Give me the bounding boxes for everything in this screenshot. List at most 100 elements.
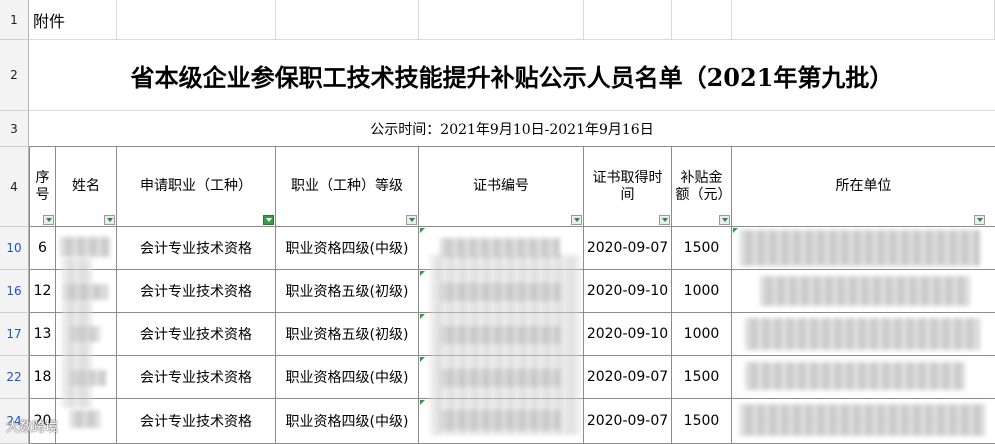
row-number: 4 <box>10 179 18 194</box>
cell-value: 职业资格四级(中级) <box>285 414 409 430</box>
table-row-cell-date[interactable]: 2020-09-07 <box>584 356 672 399</box>
redacted-employer <box>760 276 970 306</box>
table-row-cell-occupation[interactable]: 会计专业技术资格 <box>117 356 276 399</box>
cell-value: 2020-09-10 <box>586 283 669 299</box>
filter-dropdown-button[interactable] <box>43 215 54 225</box>
cell-value: 1000 <box>683 326 720 342</box>
filter-dropdown-button[interactable] <box>974 215 985 225</box>
cell-value: 2020-09-07 <box>586 240 669 256</box>
table-row-cell-amount[interactable]: 1500 <box>672 399 732 444</box>
row-number: 10 <box>6 241 22 255</box>
table-row-cell-amount[interactable]: 1500 <box>672 227 732 270</box>
empty-cell[interactable] <box>672 0 732 40</box>
empty-cell[interactable] <box>584 0 672 40</box>
header-employer[interactable]: 所在单位 <box>732 147 995 227</box>
cell-value: 6 <box>38 240 47 256</box>
row-number: 3 <box>10 121 18 136</box>
empty-cell[interactable] <box>276 0 419 40</box>
watermark-label: 大数跨境 <box>6 420 59 435</box>
table-row-cell-date[interactable]: 2020-09-07 <box>584 227 672 270</box>
cell-value: 会计专业技术资格 <box>140 241 252 257</box>
row-header-17[interactable]: 17 <box>0 313 29 356</box>
table-row-cell-date[interactable]: 2020-09-10 <box>584 270 672 313</box>
empty-cell[interactable] <box>419 0 584 40</box>
cell-value: 18 <box>33 369 52 385</box>
filter-dropdown-button[interactable] <box>104 215 115 225</box>
cell-value: 1500 <box>683 240 720 256</box>
table-row-cell-occupation[interactable]: 会计专业技术资格 <box>117 313 276 356</box>
cell-attachment[interactable]: 附件 <box>29 0 117 40</box>
row-header-2[interactable]: 2 <box>0 40 29 111</box>
header-label: 补贴金额（元） <box>675 169 732 203</box>
header-cert-no[interactable]: 证书编号 <box>419 147 584 227</box>
header-occupation[interactable]: 申请职业（工种） <box>117 147 276 227</box>
redacted-name <box>70 410 100 428</box>
empty-cell[interactable] <box>117 0 276 40</box>
table-row-cell-level[interactable]: 职业资格五级(初级) <box>276 313 419 356</box>
cell-value: 会计专业技术资格 <box>140 370 252 386</box>
table-row-cell-no[interactable]: 6 <box>29 227 56 270</box>
header-label: 职业（工种）等级 <box>291 178 403 194</box>
table-row-cell-occupation[interactable]: 会计专业技术资格 <box>117 227 276 270</box>
header-label: 序号 <box>35 169 50 203</box>
title-text: 省本级企业参保职工技术技能提升补贴公示人员名单（2021年第九批） <box>130 62 894 92</box>
table-row-cell-no[interactable]: 13 <box>29 313 56 356</box>
header-cert-date[interactable]: 证书取得时间 <box>584 147 672 227</box>
row-header-3[interactable]: 3 <box>0 111 29 147</box>
row-number: 1 <box>10 12 18 27</box>
cell-warning-marker <box>420 357 425 362</box>
table-row-cell-date[interactable]: 2020-09-10 <box>584 313 672 356</box>
table-row-cell-amount[interactable]: 1000 <box>672 270 732 313</box>
table-row-cell-no[interactable]: 12 <box>29 270 56 313</box>
publish-time-cell[interactable]: 公示时间：2021年9月10日-2021年9月16日 <box>29 111 995 147</box>
table-row-cell-amount[interactable]: 1500 <box>672 356 732 399</box>
header-label: 所在单位 <box>835 178 892 194</box>
cell-warning-marker <box>420 228 425 233</box>
cell-warning-marker <box>420 400 425 405</box>
table-row-cell-amount[interactable]: 1000 <box>672 313 732 356</box>
cell-value: 会计专业技术资格 <box>140 284 252 300</box>
table-row-cell-level[interactable]: 职业资格五级(初级) <box>276 270 419 313</box>
cell-value: 2020-09-10 <box>586 326 669 342</box>
table-row-cell-occupation[interactable]: 会计专业技术资格 <box>117 270 276 313</box>
table-row-cell-level[interactable]: 职业资格四级(中级) <box>276 227 419 270</box>
row-header-1[interactable]: 1 <box>0 0 29 40</box>
header-no[interactable]: 序号 <box>29 147 56 227</box>
header-amount[interactable]: 补贴金额（元） <box>672 147 732 227</box>
cell-value: 职业资格五级(初级) <box>285 284 409 300</box>
redacted-cert-no-smear <box>430 255 580 435</box>
filter-dropdown-button[interactable] <box>659 215 670 225</box>
sheet-title[interactable]: 省本级企业参保职工技术技能提升补贴公示人员名单（2021年第九批） <box>29 40 995 111</box>
table-row-cell-occupation[interactable]: 会计专业技术资格 <box>117 399 276 444</box>
cell-warning-marker <box>420 314 425 319</box>
cell-value: 13 <box>33 326 52 342</box>
header-label: 证书编号 <box>473 178 529 194</box>
cell-value: 1000 <box>683 283 720 299</box>
row-header-10[interactable]: 10 <box>0 227 29 270</box>
row-header-16[interactable]: 16 <box>0 270 29 313</box>
filter-dropdown-button[interactable] <box>571 215 582 225</box>
cell-value: 2020-09-07 <box>586 369 669 385</box>
cell-warning-marker <box>733 228 738 233</box>
header-label: 姓名 <box>72 178 100 194</box>
redacted-name-smear <box>62 258 92 408</box>
filter-dropdown-button[interactable] <box>719 215 730 225</box>
row-header-4[interactable]: 4 <box>0 147 29 227</box>
cell-value: 会计专业技术资格 <box>140 414 252 430</box>
cell-value: 职业资格四级(中级) <box>285 370 409 386</box>
row-number: 2 <box>10 68 18 82</box>
attachment-label: 附件 <box>33 11 66 31</box>
header-level[interactable]: 职业（工种）等级 <box>276 147 419 227</box>
table-row-cell-date[interactable]: 2020-09-07 <box>584 399 672 444</box>
filter-active-button[interactable] <box>263 215 274 225</box>
table-row-cell-level[interactable]: 职业资格四级(中级) <box>276 399 419 444</box>
row-number: 22 <box>6 370 22 384</box>
redacted-employer <box>745 318 980 350</box>
table-row-cell-no[interactable]: 18 <box>29 356 56 399</box>
header-name[interactable]: 姓名 <box>56 147 117 227</box>
table-row-cell-level[interactable]: 职业资格四级(中级) <box>276 356 419 399</box>
filter-dropdown-button[interactable] <box>406 215 417 225</box>
row-header-22[interactable]: 22 <box>0 356 29 399</box>
empty-cell[interactable] <box>732 0 995 40</box>
redacted-employer <box>740 404 985 436</box>
